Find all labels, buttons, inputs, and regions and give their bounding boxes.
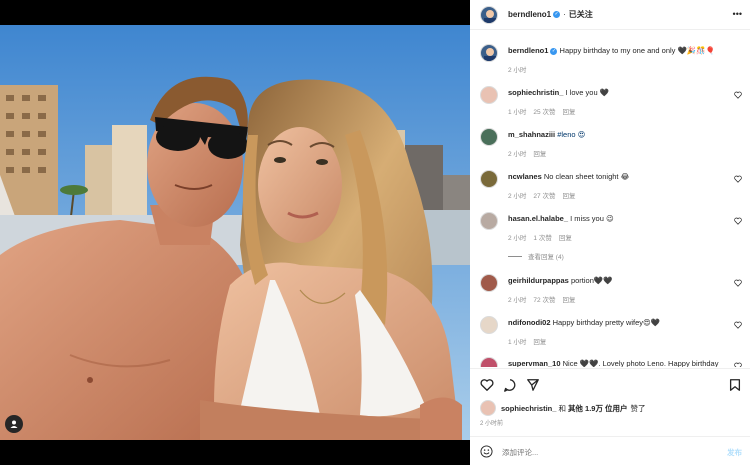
comment-text: I love you 🖤 [565, 88, 610, 97]
replies-divider [508, 255, 522, 257]
comment-time: 1 小时 [508, 109, 527, 116]
reply-button[interactable]: 回复 [562, 297, 575, 304]
author-avatar[interactable] [480, 5, 498, 24]
heart-icon[interactable] [734, 217, 742, 225]
post-photo[interactable] [0, 25, 470, 440]
more-horizontal-icon[interactable]: ••• [733, 9, 742, 19]
post-actions-bar [470, 368, 750, 400]
separator-dot: · [563, 10, 566, 19]
liked-by-summary[interactable]: sophiechristin_ 和 其他 1.9万 位用户 赞了 [480, 400, 646, 416]
heart-icon[interactable] [734, 91, 742, 99]
smiley-icon[interactable] [480, 445, 493, 458]
reply-button[interactable]: 回复 [562, 109, 575, 116]
add-comment-bar: 发布 [470, 436, 750, 465]
reply-button[interactable]: 回复 [533, 151, 546, 158]
post-modal: berndleno1 ✓ · 已关注 ••• berndleno1 ✓ Happy… [0, 0, 750, 465]
caption-text: berndleno1 ✓ Happy birthday to my one and… [508, 46, 715, 55]
comment-time: 2 小时 [508, 297, 527, 304]
heart-icon[interactable] [480, 378, 494, 392]
comment-text: No clean sheet tonight 😂 [543, 172, 630, 181]
commenter-avatar[interactable] [480, 212, 498, 230]
comment-username[interactable]: ndifonodi02 [508, 318, 551, 327]
user-tag-icon [10, 420, 18, 428]
send-icon[interactable] [526, 378, 540, 392]
liked-by-avatar [480, 400, 496, 416]
comment-likes[interactable]: 25 次赞 [533, 109, 555, 116]
comment-icon[interactable] [503, 378, 517, 392]
comment-time: 2 小时 [508, 193, 527, 200]
comment-username[interactable]: m_shahnaziii [508, 130, 555, 139]
caption-author[interactable]: berndleno1 [508, 46, 548, 55]
comment-username[interactable]: geirhildurpappas [508, 276, 569, 285]
user-tag-button[interactable] [5, 415, 23, 433]
view-replies-button[interactable]: 查看回复 (4) [508, 251, 564, 261]
comment-text: Happy birthday pretty wifey😍🖤 [552, 318, 661, 327]
comment-username[interactable]: sophiechristin_ [508, 88, 563, 97]
post-header: berndleno1 ✓ · 已关注 ••• [470, 0, 750, 30]
verified-badge-icon: ✓ [553, 11, 561, 18]
liked-by-others[interactable]: 其他 1.9万 位用户 [568, 403, 628, 414]
author-username[interactable]: berndleno1 [508, 10, 551, 19]
commenter-avatar[interactable] [480, 274, 498, 292]
comment-text: Nice 🖤🖤. Lovely photo Leno. Happy birthd… [562, 359, 719, 367]
liked-by-user[interactable]: sophiechristin_ [501, 404, 556, 413]
commenter-avatar[interactable] [480, 316, 498, 334]
comment-text: portion🖤🖤 [570, 276, 613, 285]
comment-time: 1 小时 [508, 339, 527, 346]
comment-text: #leno 😍 [557, 130, 586, 139]
comment-likes[interactable]: 1 次赞 [533, 235, 551, 242]
comment-input[interactable] [502, 446, 702, 458]
heart-icon[interactable] [734, 175, 742, 183]
heart-icon[interactable] [734, 321, 742, 329]
bookmark-icon[interactable] [728, 378, 742, 392]
comment-likes[interactable]: 27 次赞 [533, 193, 555, 200]
post-side-panel: berndleno1 ✓ · 已关注 ••• berndleno1 ✓ Happy… [470, 0, 750, 465]
comments-list[interactable]: berndleno1 ✓ Happy birthday to my one and… [470, 31, 750, 367]
reply-button[interactable]: 回复 [562, 193, 575, 200]
commenter-avatar[interactable] [480, 170, 498, 188]
comment-time: 2 小时 [508, 235, 527, 242]
commenter-avatar[interactable] [480, 357, 498, 367]
follow-status-button[interactable]: 已关注 [569, 9, 593, 20]
photo-letterbox-bottom [0, 440, 470, 465]
comment-username[interactable]: hasan.el.halabe_ [508, 214, 568, 223]
post-timestamp: 2 小时前 [480, 421, 504, 427]
commenter-avatar[interactable] [480, 86, 498, 104]
reply-button[interactable]: 回复 [533, 339, 546, 346]
heart-icon[interactable] [734, 279, 742, 287]
author-avatar[interactable] [480, 44, 498, 62]
comment-username[interactable]: ncwlanes [508, 172, 542, 181]
photo-letterbox-top [0, 0, 470, 25]
comment-username[interactable]: supervman_10 [508, 359, 561, 367]
comment-text: I miss you 😉 [570, 214, 614, 223]
comment-time: 2 小时 [508, 151, 527, 158]
comment-likes[interactable]: 72 次赞 [533, 297, 555, 304]
caption-time: 2 小时 [508, 67, 527, 74]
reply-button[interactable]: 回复 [559, 235, 572, 242]
heart-icon[interactable] [734, 362, 742, 367]
commenter-avatar[interactable] [480, 128, 498, 146]
verified-badge-icon: ✓ [550, 47, 558, 55]
post-comment-button[interactable]: 发布 [727, 447, 742, 458]
